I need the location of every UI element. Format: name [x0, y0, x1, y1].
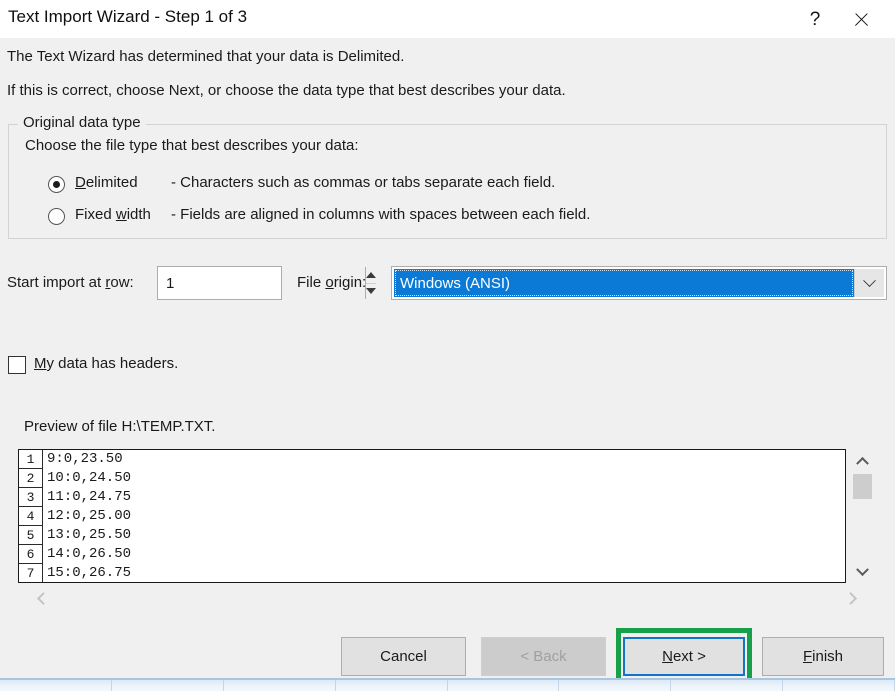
- close-icon[interactable]: [838, 0, 884, 38]
- preview-line: 10:0,24.50: [44, 469, 845, 488]
- checkbox-label-text: y data has headers.: [47, 355, 179, 372]
- excel-grid-cell: [224, 680, 336, 691]
- preview-line: 12:0,25.00: [44, 507, 845, 526]
- chevron-down-icon[interactable]: [850, 561, 875, 583]
- file-origin-label-prefix: File: [297, 274, 325, 291]
- excel-grid-backdrop: [0, 678, 895, 691]
- checkbox-label: My data has headers.: [34, 355, 178, 372]
- stepper-down-icon[interactable]: [366, 284, 376, 300]
- window-title: Text Import Wizard - Step 1 of 3: [8, 7, 247, 27]
- file-origin-dropdown[interactable]: Windows (ANSI): [391, 266, 887, 300]
- group-instruction: Choose the file type that best describes…: [25, 137, 359, 154]
- next-label-suffix: ext >: [673, 648, 706, 665]
- excel-grid-cell: [671, 680, 783, 691]
- radio-fixed-width-description: - Fields are aligned in columns with spa…: [171, 206, 590, 223]
- file-origin-accel: o: [325, 274, 333, 291]
- triangle-up-glyph: [366, 272, 376, 278]
- intro-line-2: If this is correct, choose Next, or choo…: [7, 82, 566, 99]
- start-import-label-suffix: ow:: [110, 274, 133, 291]
- preview-row-number: 2: [19, 469, 42, 488]
- excel-grid-cell: [0, 680, 112, 691]
- radio-delimited-accel: D: [75, 174, 86, 191]
- preview-line: 14:0,26.50: [44, 545, 845, 564]
- excel-grid-cell: [336, 680, 448, 691]
- radio-fixed-width-label-prefix: Fixed: [75, 206, 116, 223]
- finish-button-label: Finish: [803, 648, 843, 665]
- triangle-down-glyph: [366, 288, 376, 294]
- help-icon[interactable]: ?: [792, 0, 838, 38]
- finish-label-suffix: inish: [812, 648, 843, 665]
- preview-row-number: 7: [19, 564, 42, 583]
- next-button[interactable]: Next >: [623, 637, 745, 676]
- preview-pane[interactable]: 1234567 9:0,23.5010:0,24.5011:0,24.7512:…: [18, 449, 846, 583]
- preview-line: 9:0,23.50: [44, 450, 845, 469]
- chevron-down-glyph: [856, 563, 869, 576]
- checkbox-box[interactable]: [8, 356, 26, 374]
- preview-row-number: 1: [19, 450, 42, 469]
- chevron-right-glyph: [844, 592, 857, 605]
- excel-grid-cell: [783, 680, 895, 691]
- radio-fixed-width-label: Fixed width: [75, 206, 151, 223]
- group-legend: Original data type: [18, 114, 146, 131]
- chevron-up-icon[interactable]: [850, 449, 875, 471]
- chevron-right-icon[interactable]: [839, 584, 867, 612]
- title-bar: Text Import Wizard - Step 1 of 3 ?: [0, 0, 895, 38]
- cancel-button[interactable]: Cancel: [341, 637, 466, 676]
- start-import-row-label: Start import at row:: [7, 274, 134, 291]
- finish-button[interactable]: Finish: [762, 637, 884, 676]
- stepper-up-icon[interactable]: [366, 267, 376, 284]
- radio-fixed-width-label-suffix: idth: [127, 206, 151, 223]
- preview-row-number: 5: [19, 526, 42, 545]
- preview-row-number-gutter: 1234567: [19, 450, 43, 582]
- preview-caption: Preview of file H:\TEMP.TXT.: [24, 418, 215, 435]
- intro-line-1: The Text Wizard has determined that your…: [7, 48, 404, 65]
- preview-line: 15:0,26.75: [44, 564, 845, 583]
- radio-delimited-description: - Characters such as commas or tabs sepa…: [171, 174, 555, 191]
- radio-delimited-label: Delimited: [75, 174, 138, 191]
- radio-delimited-mark[interactable]: [48, 176, 65, 193]
- preview-text-lines: 9:0,23.5010:0,24.5011:0,24.7512:0,25.001…: [44, 450, 845, 583]
- help-glyph: ?: [810, 10, 821, 29]
- start-row-stepper[interactable]: [157, 266, 282, 300]
- file-origin-label: File origin:: [297, 274, 366, 291]
- excel-grid-cell: [112, 680, 224, 691]
- start-import-label-prefix: Start import at: [7, 274, 105, 291]
- scrollbar-thumb[interactable]: [853, 474, 872, 499]
- preview-horizontal-scrollbar[interactable]: [18, 584, 875, 612]
- radio-fixed-width-mark[interactable]: [48, 208, 65, 225]
- chevron-down-glyph: [863, 274, 876, 287]
- preview-row-number: 3: [19, 488, 42, 507]
- file-origin-selected-value[interactable]: Windows (ANSI): [394, 269, 854, 297]
- finish-accel: F: [803, 648, 812, 665]
- next-accel: N: [662, 648, 673, 665]
- preview-row-number: 6: [19, 545, 42, 564]
- chevron-left-icon[interactable]: [26, 584, 54, 612]
- file-origin-label-suffix: rigin:: [334, 274, 367, 291]
- next-button-label: Next >: [662, 648, 706, 665]
- checkbox-accel: M: [34, 355, 47, 372]
- radio-fixed-width-accel: w: [116, 206, 127, 223]
- chevron-up-glyph: [856, 456, 869, 469]
- preview-line: 11:0,24.75: [44, 488, 845, 507]
- preview-vertical-scrollbar[interactable]: [850, 449, 875, 583]
- text-import-wizard-dialog: Text Import Wizard - Step 1 of 3 ? The T…: [0, 0, 895, 678]
- chevron-down-icon[interactable]: [854, 269, 884, 297]
- preview-line: 13:0,25.50: [44, 526, 845, 545]
- back-button: < Back: [481, 637, 606, 676]
- stepper-buttons: [365, 267, 376, 299]
- preview-row-number: 4: [19, 507, 42, 526]
- radio-delimited-label-text: elimited: [86, 174, 138, 191]
- excel-grid-cell: [559, 680, 671, 691]
- chevron-left-glyph: [36, 592, 49, 605]
- close-glyph: [853, 11, 870, 28]
- excel-grid-cell: [448, 680, 560, 691]
